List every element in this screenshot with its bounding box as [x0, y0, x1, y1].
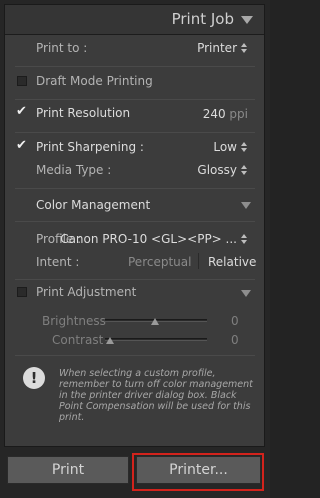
print-adjustment-label: Print Adjustment: [36, 285, 137, 299]
panel-header[interactable]: Print Job: [5, 5, 264, 35]
brightness-value[interactable]: 0: [231, 314, 239, 328]
brightness-label: Brightness: [42, 314, 106, 328]
updown-arrows-icon: [241, 165, 248, 175]
panel-title: Print Job: [171, 10, 234, 28]
brightness-slider-thumb[interactable]: [151, 318, 159, 325]
print-resolution-label: Print Resolution: [36, 106, 131, 120]
color-management-title: Color Management: [36, 198, 151, 212]
intent-label: Intent :: [36, 255, 80, 269]
collapse-triangle-icon[interactable]: [241, 202, 251, 209]
media-type-select[interactable]: Glossy: [197, 163, 248, 177]
exclamation-icon: !: [23, 367, 45, 389]
print-resolution-value: 240: [202, 107, 226, 121]
print-resolution-checkmark-icon[interactable]: ✔: [16, 105, 27, 118]
intent-option-perceptual[interactable]: Perceptual: [128, 255, 191, 269]
divider: [15, 355, 255, 356]
divider: [15, 188, 255, 189]
draft-mode-checkbox[interactable]: [17, 76, 27, 86]
print-to-select[interactable]: Printer: [197, 41, 248, 55]
profile-value: Canon PRO-10 <GL><PP> ...: [60, 232, 237, 246]
print-job-panel: Print Job Print to : Printer Draft Mode …: [4, 4, 265, 447]
print-to-value: Printer: [197, 41, 237, 55]
media-type-label: Media Type :: [36, 163, 112, 177]
print-resolution-field[interactable]: 240 ppi: [203, 107, 248, 121]
divider: [15, 221, 255, 222]
draft-mode-label: Draft Mode Printing: [36, 74, 153, 88]
divider: [15, 132, 255, 133]
divider: [15, 99, 255, 100]
profile-select[interactable]: Canon PRO-10 <GL><PP> ...: [60, 232, 248, 246]
divider: [15, 279, 255, 280]
media-type-value: Glossy: [197, 163, 237, 177]
print-job-panel-wrapper: Print Job Print to : Printer Draft Mode …: [0, 0, 270, 498]
info-message: When selecting a custom profile, remembe…: [59, 368, 253, 423]
highlight-box: [132, 453, 264, 491]
updown-arrows-icon: [241, 142, 248, 152]
collapse-triangle-icon[interactable]: [241, 290, 251, 297]
divider: [15, 66, 255, 67]
updown-arrows-icon: [241, 43, 248, 53]
intent-option-relative[interactable]: Relative: [208, 255, 256, 269]
print-sharpening-checkmark-icon[interactable]: ✔: [16, 139, 27, 152]
contrast-value[interactable]: 0: [231, 333, 239, 347]
contrast-slider[interactable]: [105, 338, 207, 341]
print-resolution-unit: ppi: [229, 107, 248, 121]
intent-separator: [198, 253, 199, 269]
print-sharpening-label: Print Sharpening :: [36, 140, 144, 154]
print-button[interactable]: Print: [7, 456, 129, 484]
updown-arrows-icon: [241, 234, 248, 244]
contrast-label: Contrast: [52, 333, 104, 347]
print-sharpening-select[interactable]: Low: [213, 140, 248, 154]
contrast-slider-thumb[interactable]: [106, 337, 114, 344]
print-adjustment-checkbox[interactable]: [17, 287, 27, 297]
collapse-triangle-icon[interactable]: [241, 16, 253, 24]
print-to-label: Print to :: [36, 41, 88, 55]
print-sharpening-value: Low: [213, 140, 237, 154]
